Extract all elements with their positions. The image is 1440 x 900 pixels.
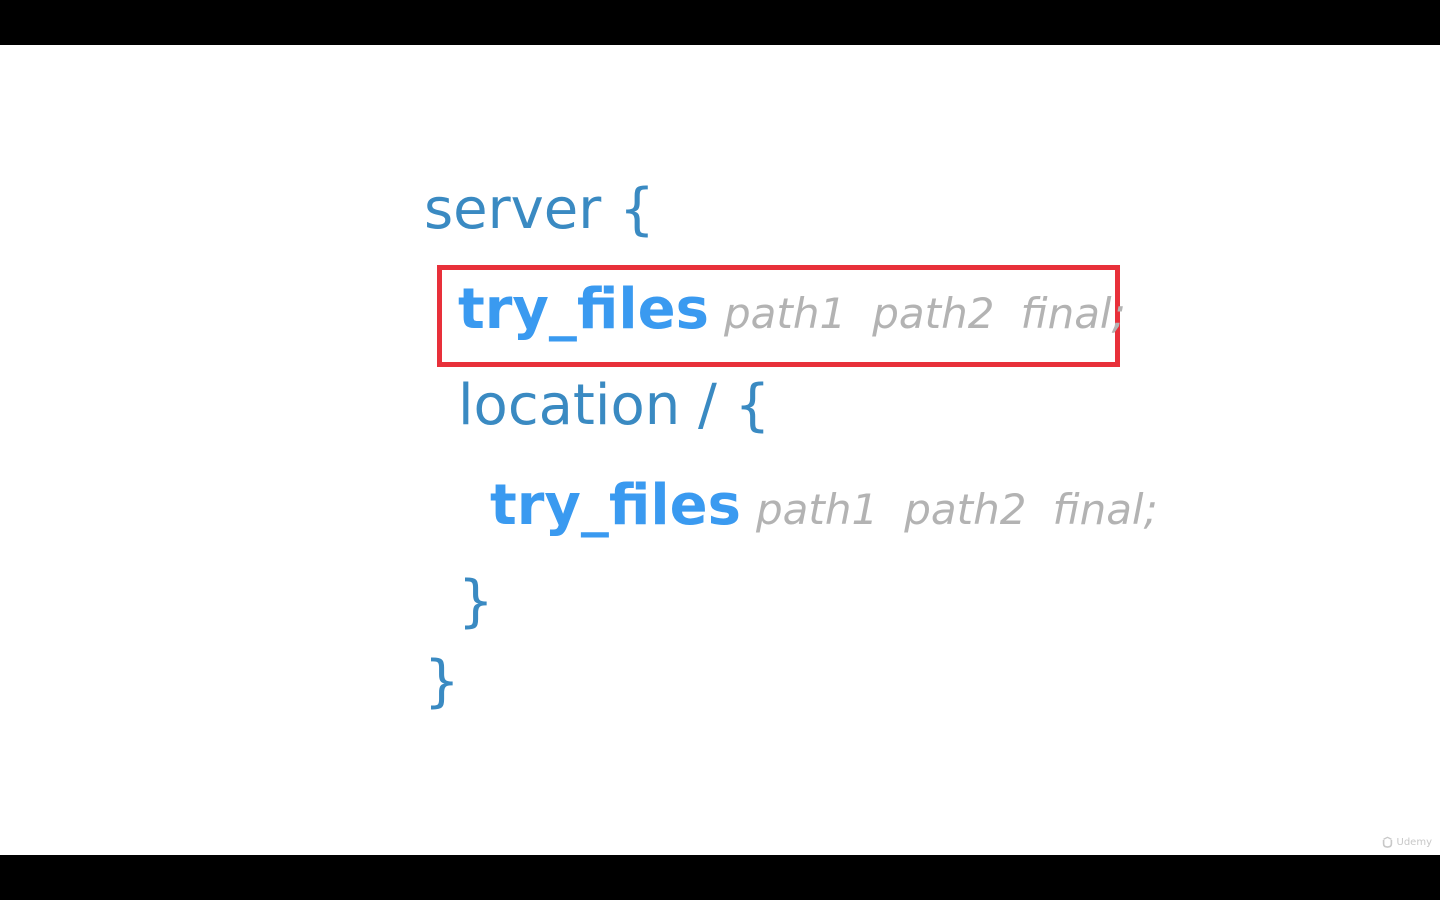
location-open-text: location / { xyxy=(458,373,771,438)
server-try-files-line: try_files path1 path2 final; xyxy=(458,277,1126,342)
try-files-arg-path1: path1 xyxy=(724,289,847,338)
location-try-files-line: try_files path1 path2 final; xyxy=(490,473,1158,538)
watermark-text: Udemy xyxy=(1396,837,1432,848)
server-block-open: server { xyxy=(424,177,655,242)
location-block-open: location / { xyxy=(458,373,770,438)
code-slide: server { try_files path1 path2 final; loca… xyxy=(0,45,1440,855)
location-close-brace: } xyxy=(458,569,494,634)
try-files-arg-path2: path2 xyxy=(904,485,1027,534)
try-files-arg-path2: path2 xyxy=(872,289,995,338)
try-files-arg-final: final; xyxy=(1020,289,1126,338)
video-frame: server { try_files path1 path2 final; loca… xyxy=(0,0,1440,900)
try-files-directive: try_files xyxy=(490,473,741,538)
udemy-logo-icon xyxy=(1382,836,1392,848)
server-close-brace: } xyxy=(424,649,460,714)
try-files-directive: try_files xyxy=(458,277,709,342)
location-block-close: } xyxy=(458,569,494,634)
udemy-watermark: Udemy xyxy=(1381,836,1432,849)
server-open-text: server { xyxy=(424,177,655,242)
server-block-close: } xyxy=(424,649,460,714)
try-files-arg-path1: path1 xyxy=(756,485,879,534)
try-files-arg-final: final; xyxy=(1052,485,1158,534)
